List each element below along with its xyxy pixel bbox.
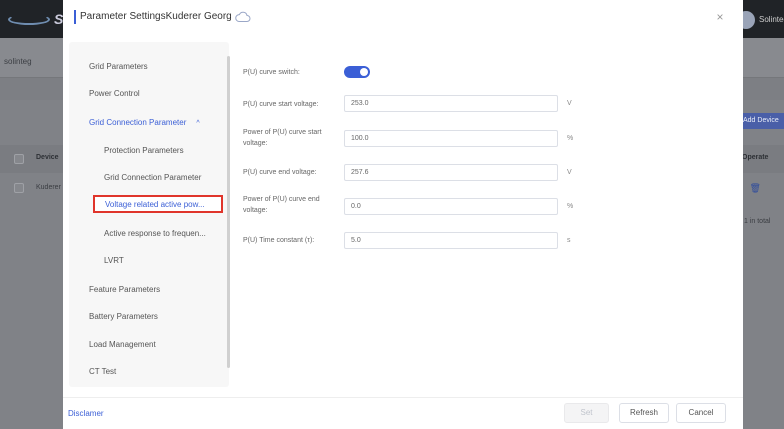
- nav-grid-connection-parameter[interactable]: Grid Connection Parameter ^: [89, 118, 200, 127]
- nav-scrollbar[interactable]: [227, 56, 230, 368]
- nav-grid-connection-label: Grid Connection Parameter: [89, 118, 187, 127]
- pu-end-power-unit: %: [567, 203, 574, 210]
- pu-time-constant-unit: s: [567, 237, 571, 244]
- dialog-footer: Disclamer Set Refresh Cancel: [63, 397, 743, 429]
- nav-grid-parameters[interactable]: Grid Parameters: [89, 62, 148, 71]
- cancel-button[interactable]: Cancel: [676, 403, 726, 423]
- dialog-header: Parameter SettingsKuderer Georg ×: [63, 0, 743, 36]
- pu-start-voltage-unit: V: [567, 100, 572, 107]
- pu-curve-switch-label: P(U) curve switch:: [243, 69, 300, 76]
- chevron-up-icon: ^: [196, 120, 200, 127]
- pu-start-voltage-label: P(U) curve start voltage:: [243, 101, 319, 108]
- pu-time-constant-input[interactable]: 5.0: [344, 232, 558, 249]
- select-all-checkbox[interactable]: [14, 154, 24, 164]
- nav-feature-parameters[interactable]: Feature Parameters: [89, 285, 160, 294]
- column-header-device: Device: [36, 154, 59, 161]
- cloud-icon[interactable]: [235, 11, 251, 23]
- nav-voltage-related-active-power[interactable]: Voltage related active pow...: [93, 195, 223, 213]
- dialog-body: Grid Parameters Power Control Grid Conne…: [63, 36, 743, 397]
- table-row-device: Kuderer: [36, 184, 61, 191]
- pu-end-voltage-label: P(U) curve end voltage:: [243, 169, 317, 176]
- settings-nav: Grid Parameters Power Control Grid Conne…: [69, 42, 230, 387]
- pagination-total: 1 in total: [744, 218, 771, 225]
- nav-power-control[interactable]: Power Control: [89, 89, 140, 98]
- set-button[interactable]: Set: [564, 403, 609, 423]
- pu-end-voltage-unit: V: [567, 169, 572, 176]
- pu-curve-switch-toggle[interactable]: [344, 66, 370, 78]
- nav-battery-parameters[interactable]: Battery Parameters: [89, 312, 158, 321]
- settings-form: P(U) curve switch: P(U) curve start volt…: [243, 36, 733, 397]
- pu-start-power-input[interactable]: 100.0: [344, 130, 558, 147]
- disclaimer-link[interactable]: Disclamer: [68, 409, 104, 418]
- pu-time-constant-label: P(U) Time constant (τ):: [243, 237, 315, 244]
- nav-active-response-frequency[interactable]: Active response to frequen...: [104, 229, 206, 238]
- add-device-button[interactable]: Add Device: [738, 113, 784, 129]
- nav-protection-parameters[interactable]: Protection Parameters: [104, 146, 184, 155]
- pu-end-power-input[interactable]: 0.0: [344, 198, 558, 215]
- pu-end-power-label: Power of P(U) curve end voltage:: [243, 196, 320, 214]
- nav-load-management[interactable]: Load Management: [89, 340, 156, 349]
- breadcrumb-tab[interactable]: solinteg: [4, 57, 32, 66]
- refresh-button[interactable]: Refresh: [619, 403, 669, 423]
- nav-grid-connection-sub[interactable]: Grid Connection Parameter: [104, 173, 201, 182]
- pu-start-power-label: Power of P(U) curve start voltage:: [243, 129, 322, 147]
- close-icon[interactable]: ×: [713, 10, 727, 24]
- parameter-settings-dialog: Parameter SettingsKuderer Georg × Grid P…: [63, 0, 743, 429]
- pu-start-voltage-input[interactable]: 253.0: [344, 95, 558, 112]
- pu-start-power-unit: %: [567, 135, 574, 142]
- brand-logo: S: [8, 11, 68, 27]
- nav-lvrt[interactable]: LVRT: [104, 256, 124, 265]
- column-header-operate: Operate: [742, 154, 769, 161]
- username-label: Solinteg: [759, 15, 784, 24]
- pu-end-voltage-input[interactable]: 257.6: [344, 164, 558, 181]
- nav-ct-test[interactable]: CT Test: [89, 367, 116, 376]
- dialog-title: Parameter SettingsKuderer Georg: [80, 11, 232, 22]
- row-checkbox[interactable]: [14, 183, 24, 193]
- title-accent-bar: [74, 10, 76, 24]
